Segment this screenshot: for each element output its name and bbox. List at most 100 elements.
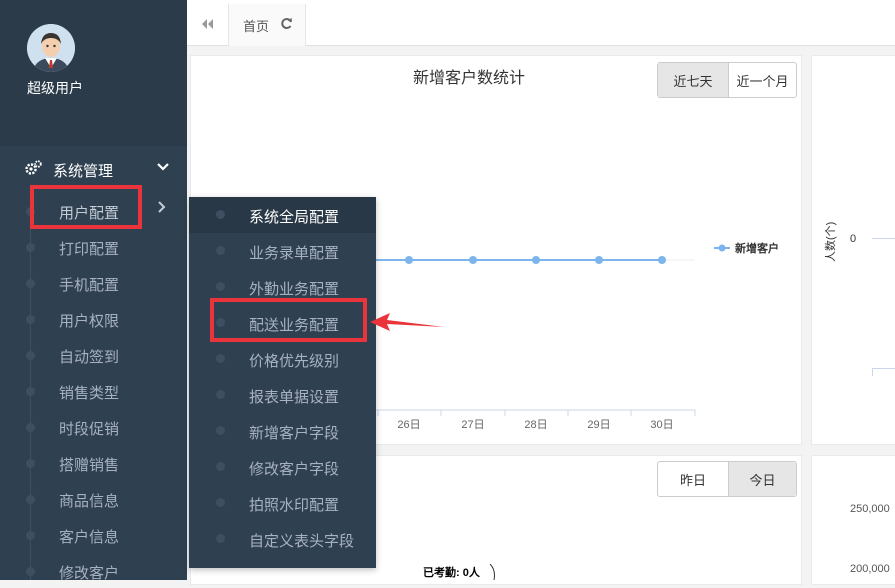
submenu-item-label: 修改客户字段 — [249, 461, 340, 478]
sidebar-item-time-promo[interactable]: 时段促销 — [0, 410, 187, 444]
menu-dot — [26, 423, 35, 432]
profile-area: 超级用户 — [0, 0, 187, 146]
sidebar-item-bundle-sales[interactable]: 搭赠销售 — [0, 446, 187, 480]
submenu-item-new-customer-fields[interactable]: 新增客户字段 — [189, 413, 376, 449]
menu-dot — [216, 534, 225, 543]
sidebar-item-sales-type[interactable]: 销售类型 — [0, 374, 187, 408]
menu-dot — [216, 354, 225, 363]
annotation-arrow-icon — [370, 313, 444, 331]
sidebar-item-label: 手机配置 — [59, 277, 120, 294]
data-point[interactable] — [658, 256, 666, 264]
menu-dot — [26, 387, 35, 396]
chart-legend[interactable]: 新增客户 — [714, 240, 779, 256]
submenu-item-price-priority[interactable]: 价格优先级别 — [189, 341, 376, 377]
highlight-box-delivery-config — [210, 298, 367, 342]
submenu-item-label: 系统全局配置 — [249, 209, 340, 226]
submenu-item-order-entry-config[interactable]: 业务录单配置 — [189, 233, 376, 269]
submenu-item-global-config[interactable]: 系统全局配置 — [189, 197, 376, 233]
tab-bar: 首页 — [187, 0, 895, 46]
tab-label: 首页 — [243, 19, 270, 34]
submenu-item-label: 自定义表头字段 — [249, 533, 355, 550]
sidebar-item-edit-customer[interactable]: 修改客户 — [0, 554, 187, 588]
menu-dot — [26, 315, 35, 324]
submenu-item-report-settings[interactable]: 报表单据设置 — [189, 377, 376, 413]
data-point[interactable] — [405, 256, 413, 264]
sidebar: 超级用户 系统管理 用户配置 打印配置 手机配置 用户权限 自动签到 销售类型 … — [0, 0, 187, 582]
y-axis-zero: 0 — [850, 233, 857, 245]
menu-dot — [216, 282, 225, 291]
x-tick-label: 29日 — [587, 419, 610, 431]
menu-dot — [26, 243, 35, 252]
chevron-right-icon — [156, 200, 168, 217]
y-tick-label: 200,000 — [850, 563, 890, 575]
data-point[interactable] — [532, 256, 540, 264]
legend-marker-icon — [714, 244, 730, 252]
tab-home[interactable]: 首页 — [228, 4, 306, 46]
sidebar-item-customer-info[interactable]: 客户信息 — [0, 518, 187, 552]
day-toggle: 昨日 今日 — [657, 461, 797, 497]
submenu-item-label: 业务录单配置 — [249, 245, 340, 262]
avatar[interactable] — [27, 24, 75, 72]
submenu-item-label: 价格优先级别 — [249, 353, 340, 370]
menu-dot — [216, 246, 225, 255]
sidebar-item-product-info[interactable]: 商品信息 — [0, 482, 187, 516]
submenu-item-edit-customer-fields[interactable]: 修改客户字段 — [189, 449, 376, 485]
menu-dot — [26, 279, 35, 288]
submenu-item-custom-header-fields[interactable]: 自定义表头字段 — [189, 521, 376, 557]
period-toggle: 近七天 近一个月 — [657, 62, 797, 98]
double-chevron-left-icon[interactable] — [201, 17, 215, 33]
attendance-note: 已考勤: 0人 — [423, 567, 480, 579]
sidebar-item-auto-checkin[interactable]: 自动签到 — [0, 338, 187, 372]
sidebar-item-label: 客户信息 — [59, 529, 120, 546]
nav-section-label: 系统管理 — [53, 163, 114, 180]
x-tick-label: 30日 — [650, 419, 673, 431]
data-point[interactable] — [595, 256, 603, 264]
sidebar-item-label: 打印配置 — [59, 241, 120, 258]
profile-name[interactable]: 超级用户 — [27, 78, 83, 98]
menu-dot — [26, 459, 35, 468]
x-ticks: 26日 27日 28日 29日 30日 — [377, 410, 696, 431]
submenu-item-photo-watermark[interactable]: 拍照水印配置 — [189, 485, 376, 521]
submenu-item-label: 新增客户字段 — [249, 425, 340, 442]
sidebar-item-label: 销售类型 — [59, 385, 120, 402]
axis-corner — [872, 368, 895, 376]
pie-edge — [489, 564, 495, 580]
y-tick-label: 250,000 — [850, 503, 890, 515]
x-tick-label: 28日 — [524, 419, 547, 431]
x-tick-label: 26日 — [397, 419, 420, 431]
menu-dot — [26, 531, 35, 540]
line-chart: 26日 27日 28日 29日 30日 — [370, 256, 696, 431]
sidebar-item-label: 时段促销 — [59, 421, 120, 438]
submenu-user-config: 系统全局配置 业务录单配置 外勤业务配置 配送业务配置 价格优先级别 报表单据设… — [189, 197, 376, 568]
sidebar-item-label: 自动签到 — [59, 349, 120, 366]
sidebar-item-label: 搭赠销售 — [59, 457, 120, 474]
gears-icon — [24, 159, 42, 180]
menu-dot — [216, 498, 225, 507]
menu-dot — [26, 351, 35, 360]
submenu-item-label: 拍照水印配置 — [249, 497, 340, 514]
refresh-icon[interactable] — [280, 17, 293, 33]
nav-section-system[interactable]: 系统管理 — [0, 152, 187, 186]
chart-title: 新增客户数统计 — [413, 70, 526, 87]
yesterday-button[interactable]: 昨日 — [658, 462, 728, 496]
last-month-button[interactable]: 近一个月 — [728, 63, 796, 97]
menu-dot — [26, 567, 35, 576]
highlight-box-user-config — [30, 185, 142, 229]
chevron-down-icon — [156, 160, 170, 177]
submenu-item-label: 外勤业务配置 — [249, 281, 340, 298]
sidebar-item-user-permissions[interactable]: 用户权限 — [0, 302, 187, 336]
legend-label: 新增客户 — [735, 243, 779, 255]
y-axis-label: 人数(个) — [825, 221, 837, 262]
sidebar-item-mobile-config[interactable]: 手机配置 — [0, 266, 187, 300]
grid-line — [872, 238, 895, 239]
menu-dot — [216, 390, 225, 399]
x-tick-label: 27日 — [461, 419, 484, 431]
data-point[interactable] — [469, 256, 477, 264]
submenu-item-label: 报表单据设置 — [249, 389, 340, 406]
today-button[interactable]: 今日 — [728, 462, 796, 496]
last-7-days-button[interactable]: 近七天 — [658, 63, 728, 97]
sidebar-item-print-config[interactable]: 打印配置 — [0, 230, 187, 264]
sidebar-item-label: 用户权限 — [59, 313, 120, 330]
menu-dot — [26, 495, 35, 504]
menu-dot — [216, 462, 225, 471]
